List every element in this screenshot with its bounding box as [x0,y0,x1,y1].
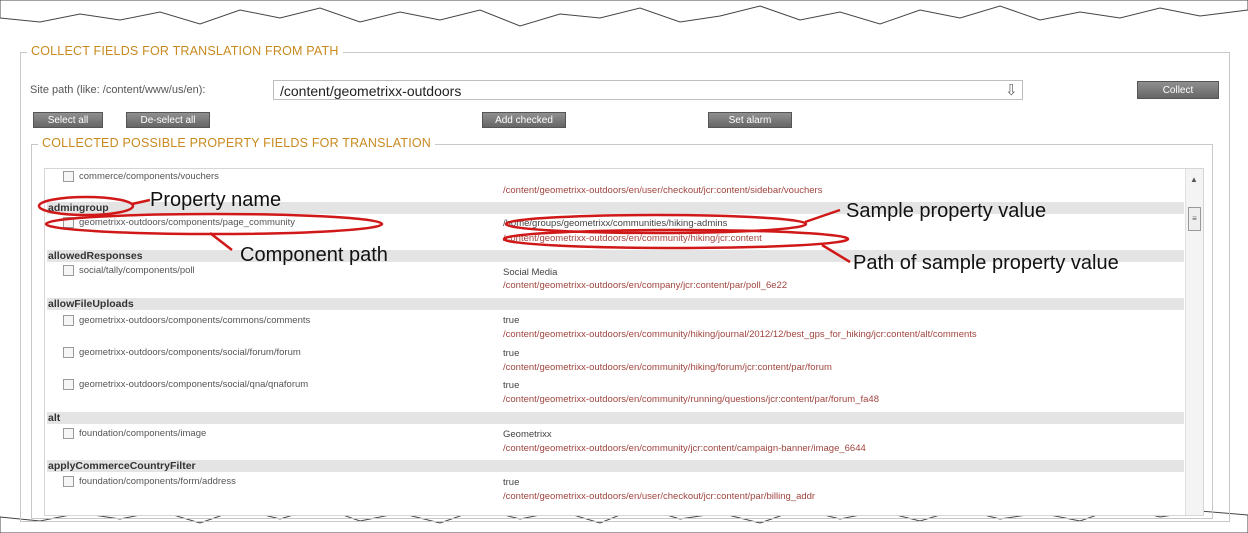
list-item[interactable]: geometrixx-outdoors/components/page_comm… [63,217,295,229]
value-path: /content/geometrixx-outdoors/en/communit… [503,443,866,454]
download-arrow-icon[interactable]: ⇩ [1005,81,1018,99]
row-checkbox[interactable] [63,347,74,358]
collect-fields-legend: COLLECT FIELDS FOR TRANSLATION FROM PATH [27,44,343,58]
property-value: true [503,315,520,326]
property-value: true [503,380,520,391]
value-path: /content/geometrixx-outdoors/en/user/che… [503,185,823,196]
collected-fields-legend: COLLECTED POSSIBLE PROPERTY FIELDS FOR T… [38,136,436,150]
component-path: geometrixx-outdoors/components/commons/c… [79,315,311,327]
value-path: /content/geometrixx-outdoors/en/communit… [503,233,762,244]
row-checkbox[interactable] [63,379,74,390]
list-scrollbar[interactable]: ▲ ≡ [1185,169,1203,515]
value-path: /content/geometrixx-outdoors/en/user/che… [503,491,816,502]
property-value: true [503,348,520,359]
list-item[interactable]: foundation/components/image [63,428,206,440]
row-checkbox[interactable] [63,428,74,439]
select-all-button[interactable]: Select all [33,112,103,128]
list-item[interactable]: geometrixx-outdoors/components/social/fo… [63,347,301,359]
torn-edge-top [0,0,1248,27]
site-path-input[interactable]: /content/geometrixx-outdoors [273,80,1023,100]
component-path: geometrixx-outdoors/components/social/fo… [79,347,301,359]
collect-button[interactable]: Collect [1137,81,1219,99]
list-item[interactable]: social/tally/components/poll [63,265,195,277]
property-value: Social Media [503,267,558,278]
value-path: /content/geometrixx-outdoors/en/communit… [503,329,977,340]
sample-value-annotation: Sample property value [846,200,1047,222]
property-value: Geometrixx [503,429,552,440]
component-path: foundation/components/form/address [79,476,236,488]
row-checkbox[interactable] [63,217,74,228]
value-path: /content/geometrixx-outdoors/en/company/… [503,280,788,291]
component-path-annotation: Component path [240,244,388,266]
sample-value-path-annotation: Path of sample property value [853,252,1119,274]
site-path-row: Site path (like: /content/www/us/en): /c… [30,80,1225,102]
group-header: alt [47,412,1184,424]
scroll-up-arrow-icon[interactable]: ▲ [1190,175,1198,184]
add-checked-button[interactable]: Add checked [482,112,566,128]
component-path: geometrixx-outdoors/components/social/qn… [79,379,309,391]
value-path: /content/geometrixx-outdoors/en/communit… [503,394,879,405]
value-path: /content/geometrixx-outdoors/en/communit… [503,362,832,373]
row-checkbox[interactable] [63,171,74,182]
list-item[interactable]: geometrixx-outdoors/components/social/qn… [63,379,308,391]
site-path-label: Site path (like: /content/www/us/en): [30,84,206,96]
property-value: /home/groups/geometrixx/communities/hiki… [503,218,728,229]
set-alarm-button[interactable]: Set alarm [708,112,792,128]
property-name-annotation: Property name [150,189,282,211]
component-path: foundation/components/image [79,428,207,440]
row-checkbox[interactable] [63,265,74,276]
component-path: geometrixx-outdoors/components/page_comm… [79,217,295,229]
list-item[interactable]: commerce/components/vouchers [63,171,219,183]
row-checkbox[interactable] [63,476,74,487]
property-value: true [503,477,520,488]
row-checkbox[interactable] [63,315,74,326]
group-header: applyCommerceCountryFilter [47,460,1184,472]
group-header: allowFileUploads [47,298,1184,310]
component-path: commerce/components/vouchers [79,171,219,183]
scrollbar-thumb[interactable]: ≡ [1188,207,1201,231]
list-item[interactable]: foundation/components/form/address [63,476,236,488]
deselect-all-button[interactable]: De-select all [126,112,210,128]
list-item[interactable]: geometrixx-outdoors/components/commons/c… [63,315,310,327]
component-path: social/tally/components/poll [79,265,195,277]
